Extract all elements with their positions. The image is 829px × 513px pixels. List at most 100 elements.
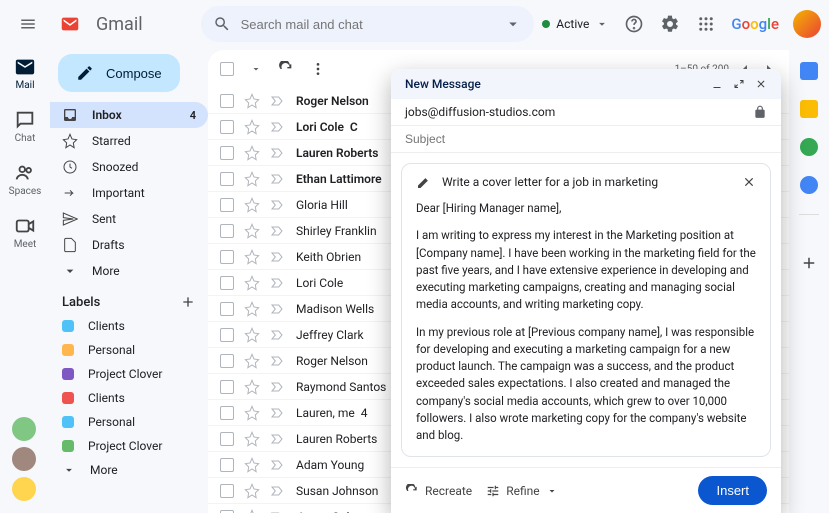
importance-icon[interactable] xyxy=(270,379,286,395)
rail-chat[interactable]: Chat xyxy=(14,109,36,144)
minimize-icon[interactable] xyxy=(711,78,723,90)
nav-starred[interactable]: Starred xyxy=(50,128,208,154)
tasks-icon[interactable] xyxy=(800,138,818,156)
add-addon-icon[interactable] xyxy=(800,254,818,272)
importance-icon[interactable] xyxy=(270,431,286,447)
row-checkbox[interactable] xyxy=(220,146,234,160)
importance-icon[interactable] xyxy=(270,249,286,265)
refine-button[interactable]: Refine xyxy=(486,484,557,498)
status-chip[interactable]: Active xyxy=(542,17,609,31)
rail-spaces[interactable]: Spaces xyxy=(9,162,42,197)
nav-important[interactable]: Important xyxy=(50,180,208,206)
nav-drafts[interactable]: Drafts xyxy=(50,232,208,258)
insert-button[interactable]: Insert xyxy=(698,476,767,505)
fullscreen-icon[interactable] xyxy=(733,78,745,90)
star-icon[interactable] xyxy=(244,275,260,291)
rail-mail[interactable]: Mail xyxy=(14,56,36,91)
importance-icon[interactable] xyxy=(270,457,286,473)
star-icon[interactable] xyxy=(244,197,260,213)
star-icon[interactable] xyxy=(244,457,260,473)
star-icon[interactable] xyxy=(244,379,260,395)
row-checkbox[interactable] xyxy=(220,406,234,420)
importance-icon[interactable] xyxy=(270,145,286,161)
add-label-icon[interactable] xyxy=(180,294,196,310)
more-icon[interactable] xyxy=(310,61,326,77)
chat-head[interactable] xyxy=(12,447,36,471)
nav-inbox[interactable]: Inbox4 xyxy=(50,102,208,128)
importance-icon[interactable] xyxy=(270,119,286,135)
chat-head[interactable] xyxy=(12,417,36,441)
importance-icon[interactable] xyxy=(270,483,286,499)
importance-icon[interactable] xyxy=(270,275,286,291)
label-clients[interactable]: Clients xyxy=(50,314,208,338)
rail-meet[interactable]: Meet xyxy=(14,215,37,250)
row-checkbox[interactable] xyxy=(220,276,234,290)
nav-sent[interactable]: Sent xyxy=(50,206,208,232)
importance-icon[interactable] xyxy=(270,301,286,317)
label-clients[interactable]: Clients xyxy=(50,386,208,410)
importance-icon[interactable] xyxy=(270,353,286,369)
importance-icon[interactable] xyxy=(270,405,286,421)
compose-window-header[interactable]: New Message xyxy=(391,69,781,99)
close-prompt-icon[interactable] xyxy=(742,175,756,189)
row-checkbox[interactable] xyxy=(220,510,234,513)
select-all-checkbox[interactable] xyxy=(220,62,234,76)
importance-icon[interactable] xyxy=(270,93,286,109)
row-checkbox[interactable] xyxy=(220,198,234,212)
keep-icon[interactable] xyxy=(800,100,818,118)
close-icon[interactable] xyxy=(755,78,767,90)
star-icon[interactable] xyxy=(244,223,260,239)
chat-head[interactable] xyxy=(12,477,36,501)
calendar-icon[interactable] xyxy=(800,62,818,80)
importance-icon[interactable] xyxy=(270,197,286,213)
star-icon[interactable] xyxy=(244,249,260,265)
star-icon[interactable] xyxy=(244,119,260,135)
row-checkbox[interactable] xyxy=(220,120,234,134)
label-project-clover[interactable]: Project Clover xyxy=(50,362,208,386)
star-icon[interactable] xyxy=(244,483,260,499)
importance-icon[interactable] xyxy=(270,327,286,343)
row-checkbox[interactable] xyxy=(220,328,234,342)
star-icon[interactable] xyxy=(244,301,260,317)
importance-icon[interactable] xyxy=(270,223,286,239)
search-input[interactable] xyxy=(241,17,495,32)
row-checkbox[interactable] xyxy=(220,94,234,108)
nav-more[interactable]: More xyxy=(50,258,208,284)
compose-button[interactable]: Compose xyxy=(58,54,180,92)
refresh-icon[interactable] xyxy=(278,61,294,77)
row-checkbox[interactable] xyxy=(220,432,234,446)
label-personal[interactable]: Personal xyxy=(50,410,208,434)
label-more[interactable]: More xyxy=(50,458,208,482)
label-project-clover[interactable]: Project Clover xyxy=(50,434,208,458)
recreate-button[interactable]: Recreate xyxy=(405,484,472,498)
star-icon[interactable] xyxy=(244,145,260,161)
row-checkbox[interactable] xyxy=(220,224,234,238)
star-icon[interactable] xyxy=(244,405,260,421)
row-checkbox[interactable] xyxy=(220,458,234,472)
to-field[interactable]: jobs@diffusion-studios.com xyxy=(391,99,781,126)
row-checkbox[interactable] xyxy=(220,354,234,368)
star-icon[interactable] xyxy=(244,171,260,187)
account-avatar[interactable] xyxy=(793,10,821,38)
chevron-down-icon[interactable] xyxy=(250,63,262,75)
importance-icon[interactable] xyxy=(270,509,286,513)
contacts-icon[interactable] xyxy=(800,176,818,194)
importance-icon[interactable] xyxy=(270,171,286,187)
label-personal[interactable]: Personal xyxy=(50,338,208,362)
nav-snoozed[interactable]: Snoozed xyxy=(50,154,208,180)
star-icon[interactable] xyxy=(244,327,260,343)
row-checkbox[interactable] xyxy=(220,302,234,316)
subject-input[interactable] xyxy=(405,132,767,146)
main-menu-button[interactable] xyxy=(8,4,48,44)
search-box[interactable] xyxy=(201,6,535,42)
ai-body[interactable]: Dear [Hiring Manager name], I am writing… xyxy=(402,200,770,456)
star-icon[interactable] xyxy=(244,353,260,369)
star-icon[interactable] xyxy=(244,509,260,513)
tune-icon[interactable] xyxy=(504,15,522,33)
settings-button[interactable] xyxy=(659,13,681,35)
apps-button[interactable] xyxy=(695,13,717,35)
star-icon[interactable] xyxy=(244,431,260,447)
help-button[interactable] xyxy=(623,13,645,35)
row-checkbox[interactable] xyxy=(220,250,234,264)
row-checkbox[interactable] xyxy=(220,484,234,498)
